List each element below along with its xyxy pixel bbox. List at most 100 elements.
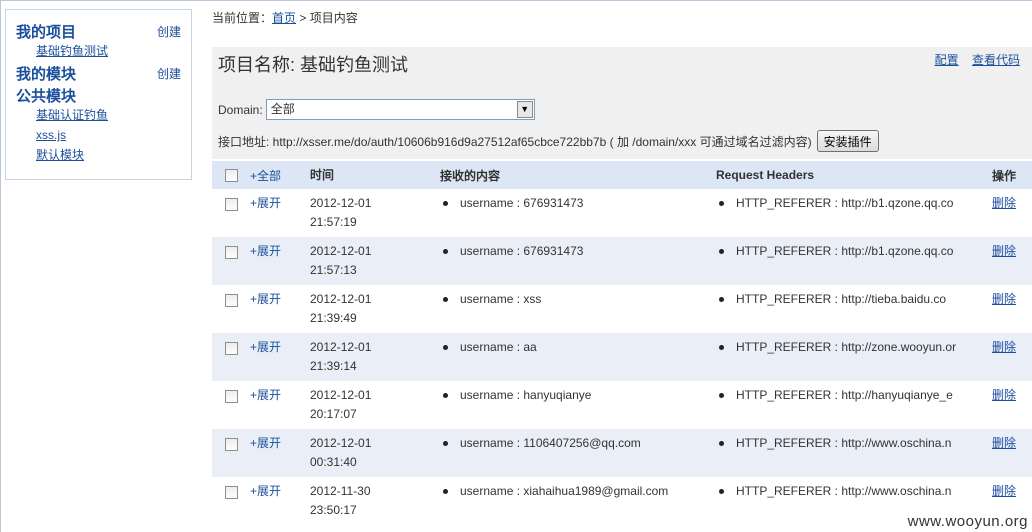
header-item: HTTP_REFERER : http://tieba.baidu.co xyxy=(716,290,992,309)
row-request-headers: HTTP_REFERER : http://www.oschina.n xyxy=(716,482,992,501)
bullet-icon xyxy=(719,297,724,302)
header-value: HTTP_REFERER : http://zone.wooyun.or xyxy=(736,340,957,354)
breadcrumb-separator: > xyxy=(296,11,310,25)
chevron-down-icon[interactable]: ▼ xyxy=(516,101,533,118)
row-clock: 21:57:19 xyxy=(310,215,357,229)
row-checkbox[interactable] xyxy=(224,342,238,355)
expand-row-link[interactable]: +展开 xyxy=(250,290,310,307)
bullet-icon xyxy=(719,441,724,446)
table-row: +展开 2012-12-01 20:17:07 username : hanyuqia… xyxy=(212,381,1032,429)
row-checkbox[interactable] xyxy=(224,438,238,451)
content-value: username : aa xyxy=(460,340,537,354)
bullet-icon xyxy=(719,345,724,350)
row-checkbox[interactable] xyxy=(224,198,238,211)
row-checkbox-cell xyxy=(212,434,250,451)
row-time: 2012-12-01 21:39:14 xyxy=(310,338,440,376)
row-checkbox[interactable] xyxy=(224,246,238,259)
row-content: username : hanyuqianye xyxy=(440,386,716,405)
row-action-cell: 删除 xyxy=(992,386,1032,403)
create-module-link[interactable]: 创建 xyxy=(157,65,181,82)
expand-row-link[interactable]: +展开 xyxy=(250,242,310,259)
content-item: username : aa xyxy=(440,338,716,357)
table-row: +展开 2012-12-01 21:39:49 username : xss HTTP_… xyxy=(212,285,1032,333)
domain-filter: Domain: 全部 ▼ xyxy=(218,99,535,120)
delete-link[interactable]: 删除 xyxy=(992,484,1016,498)
row-content: username : xss xyxy=(440,290,716,309)
project-title: 项目名称: 基础钓鱼测试 xyxy=(218,55,409,75)
domain-select[interactable]: 全部 ▼ xyxy=(265,99,535,120)
row-request-headers: HTTP_REFERER : http://b1.qzone.qq.co xyxy=(716,194,992,213)
content-value: username : 676931473 xyxy=(460,196,584,210)
public-modules-title: 公共模块 xyxy=(16,87,77,105)
row-date: 2012-12-01 xyxy=(310,388,372,402)
my-modules-title: 我的模块 xyxy=(16,65,77,83)
row-checkbox-cell xyxy=(212,482,250,499)
column-header-content: 接收的内容 xyxy=(440,168,501,183)
table-row: +展开 2012-12-01 21:39:14 username : aa HTTP_R… xyxy=(212,333,1032,381)
content-item: username : hanyuqianye xyxy=(440,386,716,405)
expand-row-link[interactable]: +展开 xyxy=(250,482,310,499)
bullet-icon xyxy=(443,393,448,398)
delete-link[interactable]: 删除 xyxy=(992,244,1016,258)
content-item: username : xss xyxy=(440,290,716,309)
content-value: username : 1106407256@qq.com xyxy=(460,436,641,450)
row-checkbox[interactable] xyxy=(224,390,238,403)
row-request-headers: HTTP_REFERER : http://www.oschina.n xyxy=(716,434,992,453)
delete-link[interactable]: 删除 xyxy=(992,292,1016,306)
expand-row-link[interactable]: +展开 xyxy=(250,386,310,403)
header-item: HTTP_REFERER : http://b1.qzone.qq.co xyxy=(716,194,992,213)
expand-row-link[interactable]: +展开 xyxy=(250,434,310,451)
my-modules-header: 我的模块 创建 xyxy=(16,62,181,84)
bullet-icon xyxy=(443,249,448,254)
public-modules-header: 公共模块 xyxy=(16,84,181,106)
table-row: +展开 2012-12-01 21:57:19 username : 67693147… xyxy=(212,189,1032,237)
create-project-link[interactable]: 创建 xyxy=(157,23,181,40)
row-date: 2012-12-01 xyxy=(310,292,372,306)
row-checkbox[interactable] xyxy=(224,294,238,307)
delete-link[interactable]: 删除 xyxy=(992,436,1016,450)
sidebar-item-module[interactable]: 基础认证钓鱼 xyxy=(36,106,181,126)
row-action-cell: 删除 xyxy=(992,290,1032,307)
content-item: username : xiahaihua1989@gmail.com xyxy=(440,482,716,501)
bullet-icon xyxy=(719,201,724,206)
sidebar-item-module[interactable]: 默认模块 xyxy=(36,146,181,166)
row-content: username : 1106407256@qq.com xyxy=(440,434,716,453)
expand-row-link[interactable]: +展开 xyxy=(250,194,310,211)
row-clock: 21:39:49 xyxy=(310,311,357,325)
header-value: HTTP_REFERER : http://hanyuqianye_e xyxy=(736,388,953,402)
records-table: +全部 时间 接收的内容 Request Headers 操作 +展开 2012-… xyxy=(212,161,1032,525)
api-address-row: 接口地址: http://xsser.me/do/auth/10606b916d… xyxy=(218,130,879,152)
row-time: 2012-12-01 00:31:40 xyxy=(310,434,440,472)
header-item: HTTP_REFERER : http://hanyuqianye_e xyxy=(716,386,992,405)
bullet-icon xyxy=(443,345,448,350)
sidebar-item-project[interactable]: 基础钓鱼测试 xyxy=(36,42,181,62)
table-row: +展开 2012-12-01 21:57:13 username : 67693147… xyxy=(212,237,1032,285)
table-header: +全部 时间 接收的内容 Request Headers 操作 xyxy=(212,161,1032,189)
row-date: 2012-11-30 xyxy=(310,484,371,498)
install-plugin-button[interactable]: 安装插件 xyxy=(816,130,879,152)
view-code-link[interactable]: 查看代码 xyxy=(972,53,1020,67)
expand-row-link[interactable]: +展开 xyxy=(250,338,310,355)
row-clock: 20:17:07 xyxy=(310,407,357,421)
sidebar: 我的项目 创建 基础钓鱼测试 我的模块 创建 公共模块 基础认证钓鱼 xss.j… xyxy=(5,9,192,180)
bullet-icon xyxy=(443,297,448,302)
api-address-text: 接口地址: http://xsser.me/do/auth/10606b916d… xyxy=(218,134,812,149)
row-time: 2012-12-01 21:39:49 xyxy=(310,290,440,328)
content-value: username : xiahaihua1989@gmail.com xyxy=(460,484,669,498)
row-checkbox[interactable] xyxy=(224,486,238,499)
sidebar-item-module[interactable]: xss.js xyxy=(36,126,181,146)
header-item: HTTP_REFERER : http://www.oschina.n xyxy=(716,482,992,501)
project-actions: 配置 查看代码 xyxy=(925,51,1020,68)
delete-link[interactable]: 删除 xyxy=(992,388,1016,402)
select-all-checkbox[interactable] xyxy=(224,168,238,182)
row-clock: 00:31:40 xyxy=(310,455,357,469)
delete-link[interactable]: 删除 xyxy=(992,340,1016,354)
content-value: username : xss xyxy=(460,292,542,306)
expand-all-link[interactable]: +全部 xyxy=(250,167,310,184)
row-date: 2012-12-01 xyxy=(310,196,372,210)
row-request-headers: HTTP_REFERER : http://tieba.baidu.co xyxy=(716,290,992,309)
breadcrumb-home-link[interactable]: 首页 xyxy=(272,11,296,25)
row-time: 2012-12-01 21:57:13 xyxy=(310,242,440,280)
delete-link[interactable]: 删除 xyxy=(992,196,1016,210)
config-link[interactable]: 配置 xyxy=(935,53,959,67)
